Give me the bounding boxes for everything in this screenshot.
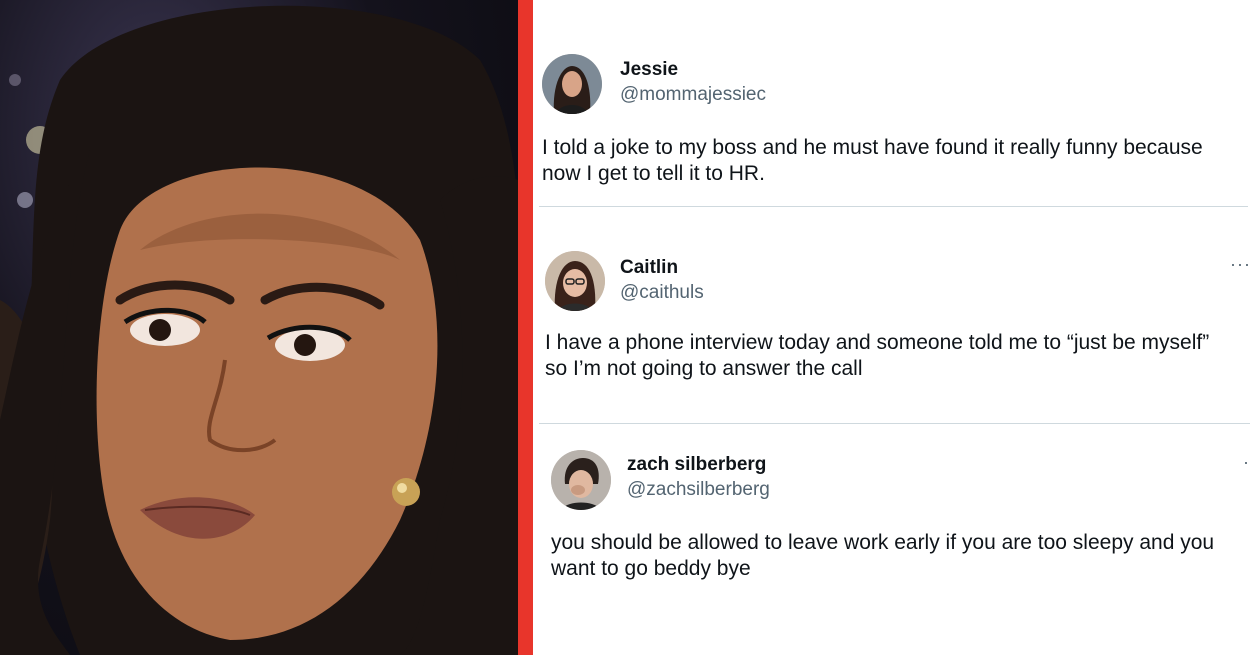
avatar-caitlin[interactable] bbox=[545, 251, 605, 311]
tweet-text: I told a joke to my boss and he must hav… bbox=[542, 136, 1203, 185]
avatar-jessie[interactable] bbox=[542, 54, 602, 114]
tweet-author-handle[interactable]: @caithuls bbox=[620, 282, 704, 304]
tweet-author-name[interactable]: zach silberberg bbox=[627, 454, 766, 476]
reaction-photo bbox=[0, 0, 518, 655]
reaction-photo-illustration bbox=[0, 5, 518, 655]
avatar-image bbox=[551, 450, 611, 510]
tweet-list: Jessie @mommajessiec I told a joke to my… bbox=[533, 0, 1250, 655]
more-options-icon[interactable]: · bbox=[1243, 452, 1250, 473]
tweet-author-handle[interactable]: @mommajessiec bbox=[620, 84, 766, 106]
more-options-icon[interactable]: ··· bbox=[1230, 254, 1250, 275]
tweet-card[interactable]: Jessie @mommajessiec I told a joke to my… bbox=[533, 0, 1250, 207]
red-divider bbox=[518, 0, 533, 655]
tweet-author-name[interactable]: Jessie bbox=[620, 59, 678, 81]
avatar-image bbox=[545, 251, 605, 311]
tweet-text: you should be allowed to leave work earl… bbox=[551, 531, 1215, 580]
avatar-zach[interactable] bbox=[551, 450, 611, 510]
tweet-text: I have a phone interview today and someo… bbox=[545, 331, 1210, 380]
tweet-author-handle[interactable]: @zachsilberberg bbox=[627, 479, 770, 501]
avatar-image bbox=[542, 54, 602, 114]
tweet-separator bbox=[539, 206, 1248, 207]
tweet-card[interactable]: zach silberberg @zachsilberberg · you sh… bbox=[533, 424, 1250, 655]
tweet-author-name[interactable]: Caitlin bbox=[620, 257, 678, 279]
tweet-card[interactable]: Caitlin @caithuls ··· I have a phone int… bbox=[533, 208, 1250, 424]
